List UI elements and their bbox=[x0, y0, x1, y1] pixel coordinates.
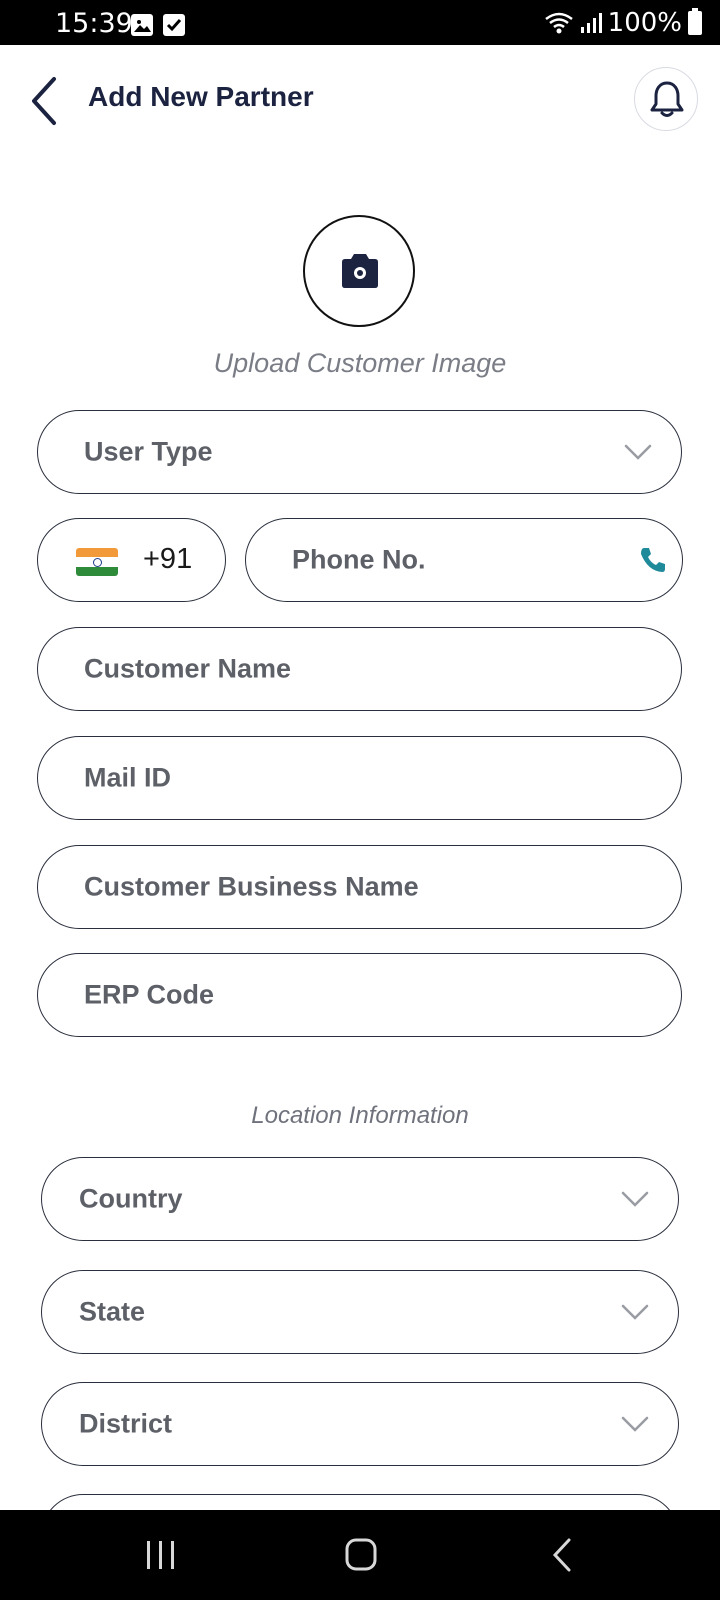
location-section-title: Location Information bbox=[251, 1102, 469, 1129]
recents-icon bbox=[147, 1541, 174, 1569]
wifi-icon bbox=[544, 12, 573, 34]
battery-percent: 100% bbox=[607, 8, 682, 38]
upload-image-button[interactable] bbox=[303, 215, 415, 327]
phone-input[interactable]: Phone No. bbox=[245, 518, 683, 602]
chevron-down-icon bbox=[624, 444, 652, 460]
bell-icon bbox=[650, 81, 684, 117]
country-code-value: +91 bbox=[143, 543, 193, 575]
erp-code-placeholder: ERP Code bbox=[84, 979, 215, 1010]
system-back-button[interactable] bbox=[533, 1530, 593, 1580]
back-button[interactable] bbox=[22, 73, 66, 129]
country-placeholder: Country bbox=[79, 1183, 183, 1214]
mail-id-placeholder: Mail ID bbox=[84, 762, 172, 793]
customer-name-placeholder: Customer Name bbox=[84, 653, 292, 684]
notifications-button[interactable] bbox=[634, 67, 698, 131]
phone-placeholder: Phone No. bbox=[292, 544, 426, 575]
camera-icon bbox=[342, 254, 378, 288]
customer-name-input[interactable]: Customer Name bbox=[37, 627, 682, 711]
home-icon bbox=[345, 1538, 377, 1571]
business-name-placeholder: Customer Business Name bbox=[84, 871, 419, 902]
app-header: Add New Partner bbox=[0, 45, 720, 155]
status-bar: 15:39 100% bbox=[0, 0, 720, 45]
check-notification-icon bbox=[163, 14, 185, 36]
phone-icon bbox=[641, 548, 665, 572]
home-button[interactable] bbox=[331, 1530, 391, 1580]
india-flag-icon bbox=[76, 548, 118, 576]
chevron-left-icon bbox=[32, 77, 56, 125]
district-placeholder: District bbox=[79, 1408, 173, 1439]
state-dropdown[interactable]: State bbox=[41, 1270, 679, 1354]
erp-code-input[interactable]: ERP Code bbox=[37, 953, 682, 1037]
chevron-down-icon bbox=[621, 1416, 649, 1432]
upload-image-label: Upload Customer Image bbox=[213, 348, 507, 378]
chevron-down-icon bbox=[621, 1191, 649, 1207]
mail-id-input[interactable]: Mail ID bbox=[37, 736, 682, 820]
user-type-placeholder: User Type bbox=[84, 436, 213, 467]
system-nav-bar bbox=[0, 1510, 720, 1600]
chevron-down-icon bbox=[621, 1304, 649, 1320]
status-right: 100% bbox=[544, 8, 702, 38]
status-time: 15:39 bbox=[55, 8, 133, 39]
state-placeholder: State bbox=[79, 1296, 146, 1327]
page-title: Add New Partner bbox=[88, 81, 314, 112]
signal-icon bbox=[580, 13, 602, 33]
country-dropdown[interactable]: Country bbox=[41, 1157, 679, 1241]
user-type-dropdown[interactable]: User Type bbox=[37, 410, 682, 494]
battery-icon bbox=[688, 8, 702, 35]
country-code-selector[interactable]: +91 bbox=[37, 518, 226, 602]
district-dropdown[interactable]: District bbox=[41, 1382, 679, 1466]
recents-button[interactable] bbox=[131, 1530, 191, 1580]
business-name-input[interactable]: Customer Business Name bbox=[37, 845, 682, 929]
back-arrow-icon bbox=[552, 1538, 571, 1572]
gallery-notification-icon bbox=[131, 14, 153, 36]
